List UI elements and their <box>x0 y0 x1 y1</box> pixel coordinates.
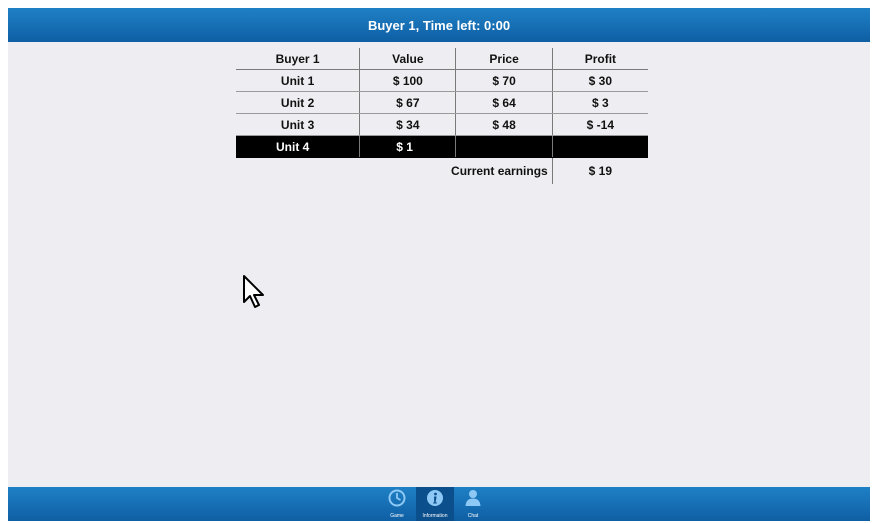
unit-cell: Unit 4 <box>236 135 361 158</box>
value-cell: $ 34 <box>359 113 457 136</box>
unit-cell: Unit 3 <box>236 113 361 136</box>
column-header-profit: Profit <box>552 48 648 70</box>
units-table: Buyer 1 Value Price Profit Unit 1 $ 100 … <box>236 48 648 184</box>
earnings-value: $ 19 <box>588 164 613 178</box>
title-bar: Buyer 1, Time left: 0:00 <box>8 8 870 42</box>
mouse-cursor-icon <box>242 274 268 315</box>
price-cell: $ 48 <box>455 113 553 136</box>
bottom-nav: Game Information Chat <box>378 487 492 521</box>
table-row: Unit 2 $ 67 $ 64 $ 3 <box>236 91 648 114</box>
profit-cell: $ 30 <box>552 69 648 92</box>
earnings-row: Current earnings $ 19 <box>236 157 648 185</box>
column-header-price: Price <box>455 48 553 70</box>
profit-cell: $ 3 <box>552 91 648 114</box>
unit-cell: Unit 1 <box>236 69 361 92</box>
app-window: Buyer 1, Time left: 0:00 Buyer 1 Value P… <box>8 8 870 521</box>
table-header-row: Buyer 1 Value Price Profit <box>236 48 648 70</box>
nav-chat-label: Chat <box>467 513 479 519</box>
profit-cell: $ -14 <box>552 113 648 136</box>
column-header-buyer: Buyer 1 <box>236 48 361 70</box>
value-cell: $ 1 <box>359 135 457 158</box>
bottom-nav-bar: Game Information Chat <box>8 487 870 521</box>
table-row: Unit 1 $ 100 $ 70 $ 30 <box>236 69 648 92</box>
nav-information-label: Information <box>422 513 448 519</box>
price-cell: $ 70 <box>455 69 553 92</box>
nav-game[interactable]: Game <box>378 487 416 521</box>
units-table-container: Buyer 1 Value Price Profit Unit 1 $ 100 … <box>236 48 648 184</box>
info-icon <box>426 489 444 512</box>
empty-cell <box>236 158 360 185</box>
earnings-label: Current earnings <box>359 157 553 184</box>
person-icon <box>464 489 482 512</box>
unit-cell: Unit 2 <box>236 91 361 114</box>
clock-icon <box>388 489 406 512</box>
price-cell <box>455 135 553 158</box>
nav-game-label: Game <box>390 513 404 519</box>
page-title: Buyer 1, Time left: 0:00 <box>367 17 511 33</box>
value-cell: $ 67 <box>359 91 457 114</box>
column-header-value: Value <box>359 48 457 70</box>
value-cell: $ 100 <box>359 69 457 92</box>
profit-cell <box>552 135 648 158</box>
table-row: Unit 3 $ 34 $ 48 $ -14 <box>236 113 648 136</box>
nav-information[interactable]: Information <box>416 487 454 521</box>
price-cell: $ 64 <box>455 91 553 114</box>
nav-chat[interactable]: Chat <box>454 487 492 521</box>
table-row-active: Unit 4 $ 1 <box>236 135 648 158</box>
